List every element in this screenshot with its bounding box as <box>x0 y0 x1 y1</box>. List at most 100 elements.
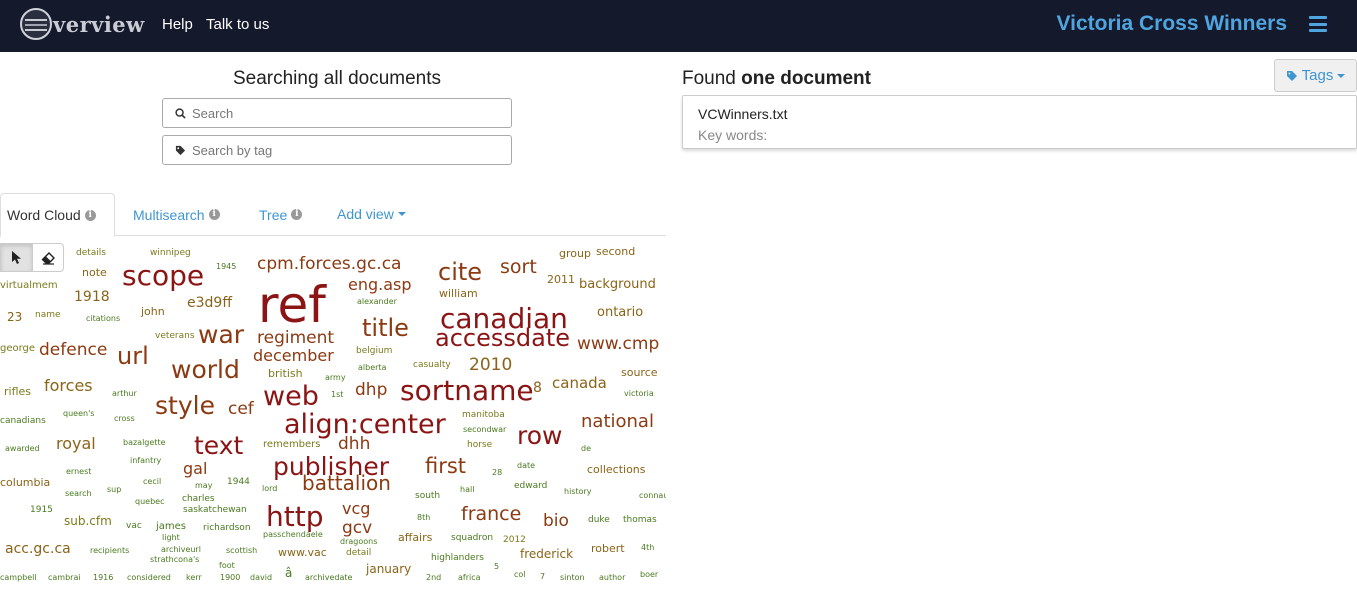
cloud-word[interactable]: history <box>564 488 592 496</box>
cloud-word[interactable]: 2012 <box>503 536 526 545</box>
tab-tree[interactable]: Tree i <box>259 193 303 236</box>
cloud-word[interactable]: cef <box>228 401 254 418</box>
cloud-word[interactable]: remembers <box>263 440 321 450</box>
cloud-word[interactable]: gal <box>183 461 207 477</box>
cloud-word[interactable]: note <box>82 267 107 278</box>
cloud-word[interactable]: awarded <box>5 445 40 453</box>
cloud-word[interactable]: www.vac <box>278 547 327 558</box>
cloud-word[interactable]: lord <box>262 485 277 493</box>
cloud-word[interactable]: horse <box>467 441 492 450</box>
cloud-word[interactable]: 8th <box>417 514 430 522</box>
cloud-word[interactable]: sort <box>500 258 537 277</box>
cloud-word[interactable]: africa <box>458 574 481 582</box>
cloud-word[interactable]: acc.gc.ca <box>5 542 71 556</box>
cloud-word[interactable]: archivedate <box>305 574 352 582</box>
cloud-word[interactable]: col <box>514 571 526 579</box>
cloud-word[interactable]: december <box>253 348 334 364</box>
cloud-word[interactable]: cambrai <box>48 574 81 582</box>
cloud-word[interactable]: duke <box>588 516 610 525</box>
cloud-word[interactable]: defence <box>39 342 107 359</box>
cloud-word[interactable]: bazalgette <box>123 439 166 447</box>
cloud-word[interactable]: sub.cfm <box>64 515 112 527</box>
cloud-word[interactable]: light <box>162 534 180 542</box>
cloud-word[interactable]: robert <box>591 543 625 554</box>
select-tool-button[interactable] <box>1 244 32 271</box>
cloud-word[interactable]: columbia <box>0 477 50 488</box>
search-input[interactable] <box>192 105 492 121</box>
cloud-word[interactable]: de <box>581 445 591 453</box>
overview-logo[interactable]: verview <box>20 8 145 40</box>
cloud-word[interactable]: source <box>621 367 658 378</box>
cloud-word[interactable]: bio <box>543 513 569 530</box>
cloud-word[interactable]: web <box>263 383 319 410</box>
cloud-word[interactable]: dhp <box>355 382 387 399</box>
cloud-word[interactable]: frederick <box>520 548 573 560</box>
cloud-word[interactable]: january <box>366 563 411 575</box>
cloud-word[interactable]: 1918 <box>74 290 110 304</box>
project-title[interactable]: Victoria Cross Winners <box>1057 12 1288 36</box>
cloud-word[interactable]: royal <box>56 436 96 452</box>
cloud-word[interactable]: france <box>461 505 521 524</box>
cloud-word[interactable]: www.cmp <box>577 336 659 353</box>
cloud-word[interactable]: date <box>517 462 535 470</box>
cloud-word[interactable]: winnipeg <box>150 249 191 258</box>
cloud-word[interactable]: 8 <box>533 381 542 395</box>
cloud-word[interactable]: 1944 <box>227 478 250 487</box>
cloud-word[interactable]: hall <box>460 486 474 494</box>
cloud-word[interactable]: ref <box>258 280 326 330</box>
cloud-word[interactable]: second <box>596 246 635 257</box>
cloud-word[interactable]: cite <box>438 260 482 284</box>
cloud-word[interactable]: secondwar <box>463 426 506 434</box>
cloud-word[interactable]: quebec <box>135 498 164 506</box>
cloud-word[interactable]: accessdate <box>435 326 570 350</box>
cloud-word[interactable]: army <box>325 374 346 382</box>
cloud-word[interactable]: ernest <box>66 468 91 476</box>
cloud-word[interactable]: detail <box>346 549 371 558</box>
cloud-word[interactable]: squadron <box>451 534 493 543</box>
cloud-word[interactable]: sortname <box>400 377 534 405</box>
talk-to-us-link[interactable]: Talk to us <box>206 16 269 33</box>
cloud-word[interactable]: 1900 <box>220 574 240 582</box>
cloud-word[interactable]: campbell <box>0 574 37 582</box>
cloud-word[interactable]: cpm.forces.gc.ca <box>257 256 401 273</box>
cloud-word[interactable]: thomas <box>623 516 657 525</box>
cloud-word[interactable]: 2010 <box>469 357 512 374</box>
cloud-word[interactable]: virtualmem <box>0 281 58 291</box>
search-field[interactable] <box>162 98 512 128</box>
cloud-word[interactable]: citations <box>86 315 120 323</box>
cloud-word[interactable]: scope <box>122 262 204 290</box>
cloud-word[interactable]: 1945 <box>216 263 236 271</box>
cloud-word[interactable]: infantry <box>130 457 161 465</box>
cloud-word[interactable]: casualty <box>413 361 451 370</box>
hamburger-menu-icon[interactable] <box>1309 16 1327 32</box>
tags-dropdown-button[interactable]: Tags <box>1274 59 1357 92</box>
cloud-word[interactable]: canada <box>552 376 607 391</box>
cloud-word[interactable]: richardson <box>203 524 251 533</box>
cloud-word[interactable]: e3d9ff <box>187 296 232 310</box>
cloud-word[interactable]: name <box>35 311 61 320</box>
cloud-word[interactable]: 2nd <box>426 574 441 582</box>
document-title[interactable]: VCWinners.txt <box>698 106 787 122</box>
cloud-word[interactable]: david <box>250 574 272 582</box>
cloud-word[interactable]: style <box>155 393 215 418</box>
cloud-word[interactable]: canadians <box>0 417 46 426</box>
cloud-word[interactable]: cecil <box>143 478 161 486</box>
cloud-word[interactable]: edward <box>514 482 547 491</box>
cloud-word[interactable]: regiment <box>257 330 334 347</box>
cloud-word[interactable]: title <box>362 316 409 340</box>
cloud-word[interactable]: dragoons <box>340 538 377 546</box>
cloud-word[interactable]: scottish <box>226 547 257 555</box>
cloud-word[interactable]: url <box>117 344 149 368</box>
cloud-word[interactable]: vac <box>126 522 142 531</box>
eraser-tool-button[interactable] <box>32 244 63 271</box>
help-link[interactable]: Help <box>162 16 193 33</box>
cloud-word[interactable]: battalion <box>302 473 391 493</box>
cloud-word[interactable]: manitoba <box>462 411 505 420</box>
cloud-word[interactable]: affairs <box>398 532 432 543</box>
cloud-word[interactable]: 7 <box>540 573 545 581</box>
cloud-word[interactable]: archiveurl <box>161 546 201 554</box>
cloud-word[interactable]: connaught's <box>639 492 666 500</box>
cloud-word[interactable]: queen's <box>63 410 94 418</box>
cloud-word[interactable]: war <box>198 322 244 347</box>
cloud-word[interactable]: â <box>285 567 292 579</box>
